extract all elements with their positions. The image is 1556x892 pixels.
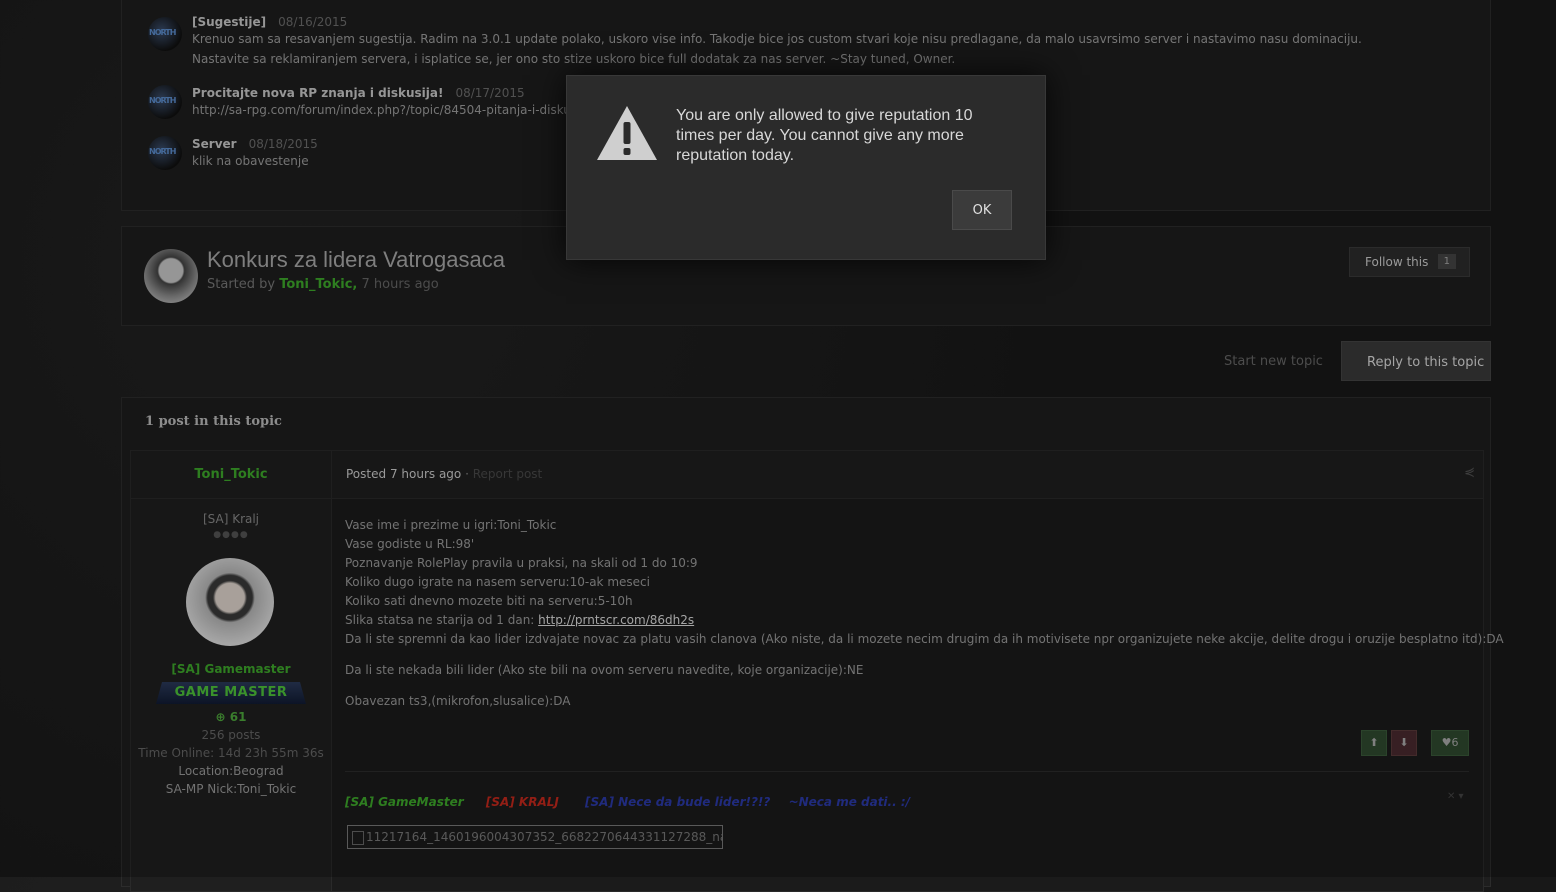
dialog-message: You are only allowed to give reputation …: [676, 107, 973, 164]
reputation-limit-dialog: You are only allowed to give reputation …: [566, 75, 1046, 260]
ok-button[interactable]: OK: [952, 190, 1012, 230]
warning-icon: [597, 106, 657, 160]
